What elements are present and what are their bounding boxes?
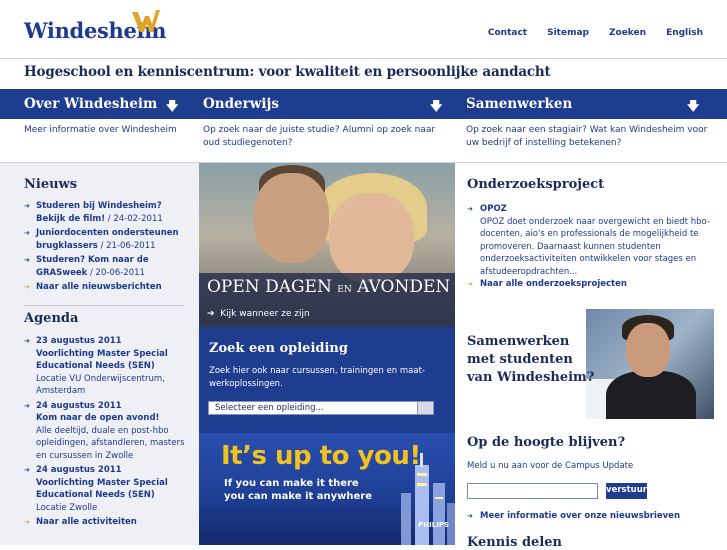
photo-person [329,193,414,283]
arrow-down-icon: 🡇 [430,99,443,113]
photo-person [254,173,329,263]
news-item[interactable]: Juniordocenten ondersteunen brugklassers… [24,227,186,252]
page-tagline: Hogeschool en kenniscentrum: voor kwalit… [24,64,551,80]
all-news-link[interactable]: Naar alle nieuwsberichten [24,281,186,294]
news-item[interactable]: Studeren? Kom naar de GRASweek / 20-06-2… [24,254,186,279]
knowledge-title: Kennis delen [467,535,562,550]
nav-title: Onderwijs [203,96,279,112]
search-link[interactable]: Zoeken [609,28,646,38]
promo-subtitle: If you can make it there you can make it … [224,478,373,502]
search-title: Zoek een opleiding [209,341,348,356]
main-navigation: Over Windesheim 🡇 Onderwijs 🡇 Samenwerke… [0,89,727,119]
agenda-title: Agenda [24,311,79,326]
course-select[interactable]: Selecteer een opleiding... [208,401,434,415]
philips-logo: PHILIPS [418,521,449,529]
course-search-box: Zoek een opleiding Zoek hier ook naar cu… [199,327,455,433]
all-research-link[interactable]: Naar alle onderzoeksprojecten [467,278,719,291]
sitemap-link[interactable]: Sitemap [547,28,589,38]
divider [24,305,184,306]
windesheim-logo-icon [132,10,160,32]
banner-link[interactable]: ➔ Kijk wanneer ze zijn [207,309,310,319]
dropdown-icon[interactable] [417,402,433,414]
search-description: Zoek hier ook naar cursussen, trainingen… [209,366,425,389]
promo-title: It’s up to you! [221,441,421,471]
submit-button[interactable]: verstuur [606,483,647,499]
open-days-banner[interactable]: OPEN DAGEN EN AVONDEN ➔ Kijk wanneer ze … [199,163,455,327]
nav-desc-samenwerken[interactable]: Op zoek naar een stagiair? Wat kan Winde… [466,124,716,150]
right-column: Onderzoeksproject OPOZOPOZ doet onderzoe… [455,163,727,550]
nav-desc-over[interactable]: Meer informatie over Windesheim [24,124,194,137]
english-link[interactable]: English [666,28,703,38]
banner-caption: OPEN DAGEN EN AVONDEN ➔ Kijk wanneer ze … [199,273,455,327]
email-input[interactable] [467,483,598,499]
newsletter-desc: Meld u nu aan voor de Campus Update [467,461,634,471]
photo-person [626,323,670,377]
agenda-list: 23 augustus 2011Voorlichting Master Spec… [24,335,190,531]
nav-title: Samenwerken [466,96,573,112]
all-events-link[interactable]: Naar alle activiteiten [24,516,190,529]
arrow-down-icon: 🡇 [166,99,179,113]
news-title: Nieuws [24,177,78,192]
top-navigation: Contact Sitemap Zoeken English [488,28,703,38]
student-photo[interactable] [586,309,714,419]
newsletter-info-link[interactable]: Meer informatie over onze nieuwsbrieven [467,510,719,523]
nav-onderwijs[interactable]: Onderwijs 🡇 [203,89,443,119]
divider [0,58,727,59]
research-list: OPOZOPOZ doet onderzoek naar overgewicht… [467,203,719,291]
agenda-item[interactable]: 24 augustus 2011Kom naar de open avond!A… [24,400,190,463]
contact-link[interactable]: Contact [488,28,527,38]
left-column: Nieuws Studeren bij Windesheim? Bekijk d… [0,163,199,545]
news-item[interactable]: Studeren bij Windesheim? Bekijk de film!… [24,200,186,225]
nav-desc-onderwijs[interactable]: Op zoek naar de juiste studie? Alumni op… [203,124,448,150]
agenda-item[interactable]: 24 augustus 2011Voorlichting Master Spec… [24,464,190,514]
arrow-down-icon: 🡇 [687,99,700,113]
header: Windesheim Contact Sitemap Zoeken Englis… [0,0,727,58]
news-list: Studeren bij Windesheim? Bekijk de film!… [24,200,186,296]
arrow-right-icon: ➔ [207,309,215,319]
banner-title: OPEN DAGEN EN AVONDEN [207,277,451,297]
newsletter-links: Meer informatie over onze nieuwsbrieven [467,510,719,523]
nav-title: Over Windesheim [24,96,158,112]
nav-over-windesheim[interactable]: Over Windesheim 🡇 [24,89,184,119]
agenda-item[interactable]: 23 augustus 2011Voorlichting Master Spec… [24,335,190,398]
nav-samenwerken[interactable]: Samenwerken 🡇 [466,89,706,119]
photo-person [606,371,696,419]
research-item[interactable]: OPOZOPOZ doet onderzoek naar overgewicht… [467,203,719,278]
collaborate-banner-text[interactable]: Samenwerken met studenten van Windesheim… [467,333,594,387]
newsletter-title: Op de hoogte blijven? [467,435,626,450]
promo-banner[interactable]: It’s up to you! If you can make it there… [199,433,455,545]
skyline-image [401,453,455,545]
research-title: Onderzoeksproject [467,177,605,192]
